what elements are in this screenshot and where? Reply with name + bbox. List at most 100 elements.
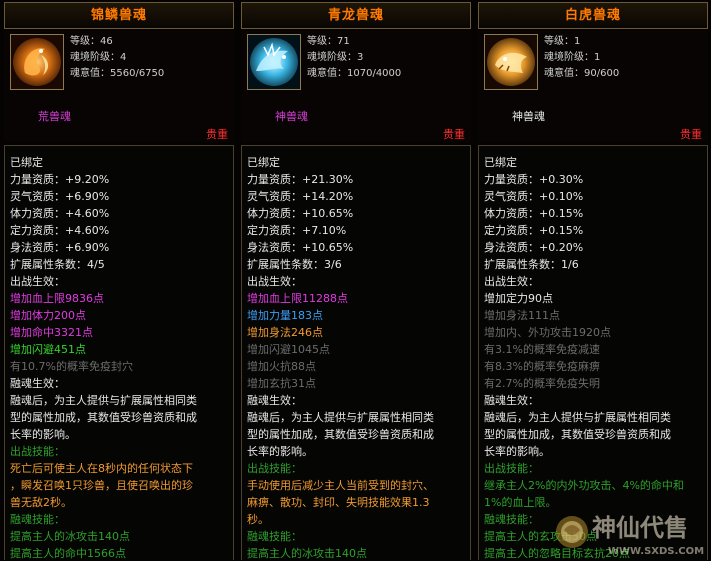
effect-line: 增加身法246点 xyxy=(247,326,323,339)
azure-dragon-soul-icon[interactable] xyxy=(247,34,301,90)
stat-line: 力量资质：+0.30% xyxy=(484,173,584,186)
skill-desc: 麻痹、散功、封印、失明技能效果1.3 xyxy=(247,496,430,509)
fusion-desc: 融魂后，为主人提供与扩展属性相同类 xyxy=(247,411,434,424)
skill-desc: 死亡后可使主人在8秒内的任何状态下 xyxy=(10,462,193,475)
effect-line: 有3.1%的概率免疫减速 xyxy=(484,343,600,356)
fusion-skill-label: 融魂技能： xyxy=(247,530,302,543)
effect-line: 增加定力90点 xyxy=(484,292,553,305)
card-summary: 等级：46 魂境阶级：4 魂意值：5560/6750 荒兽魂 贵重 xyxy=(4,30,234,142)
card-title: 锦鳞兽魂 xyxy=(4,2,234,29)
stat-line: 定力资质：+0.15% xyxy=(484,224,584,237)
stat-line: 体力资质：+4.60% xyxy=(10,207,110,220)
skill-label: 出战技能： xyxy=(10,445,65,458)
ext-count: 扩展属性条数：1/6 xyxy=(484,258,579,271)
effect-line: 有2.7%的概率免疫失明 xyxy=(484,377,600,390)
fusion-skill-line: 提高主人的冰攻击140点 xyxy=(10,530,130,543)
skill-desc: 秒。 xyxy=(247,513,269,526)
skill-desc: 继承主人2%的内外功攻击、4%的命中和 xyxy=(484,479,684,492)
bound-status: 已绑定 xyxy=(484,156,517,169)
skill-desc: 1%的血上限。 xyxy=(484,496,557,509)
fusion-desc: 长率的影响。 xyxy=(247,445,313,458)
effect-line: 增加血上限9836点 xyxy=(10,292,104,305)
effect-line: 增加闪避451点 xyxy=(10,343,86,356)
effect-line: 有8.3%的概率免疫麻痹 xyxy=(484,360,600,373)
golden-fish-soul-icon[interactable] xyxy=(10,34,64,90)
soul-value-text: 魂意值：90/600 xyxy=(544,68,620,79)
soul-kind: 神兽魂 xyxy=(275,110,308,123)
level-text: 等级：46 xyxy=(70,36,113,47)
stat-line: 身法资质：+6.90% xyxy=(10,241,110,254)
stat-line: 灵气资质：+14.20% xyxy=(247,190,354,203)
fusion-desc: 融魂后，为主人提供与扩展属性相同类 xyxy=(10,394,197,407)
tier-text: 魂境阶级：3 xyxy=(307,52,364,63)
fusion-desc: 长率的影响。 xyxy=(484,445,550,458)
stat-line: 身法资质：+10.65% xyxy=(247,241,354,254)
effect-line: 增加血上限11288点 xyxy=(247,292,348,305)
watermark-logo: 神仙代售 WWW.SXDS.COM xyxy=(552,500,708,558)
effect-line: 增加体力200点 xyxy=(10,309,86,322)
fusion-skill-label: 融魂技能： xyxy=(484,513,539,526)
effect-line: 增加闪避1045点 xyxy=(247,343,330,356)
soul-kind: 荒兽魂 xyxy=(38,110,71,123)
soul-card-3: 白虎兽魂 等级：1 魂境阶级：1 魂意值：90/600 神兽魂 贵重 已绑定 力… xyxy=(478,0,708,560)
effect-line: 增加内、外功攻击1920点 xyxy=(484,326,611,339)
fusion-label: 融魂生效： xyxy=(484,394,539,407)
stat-line: 体力资质：+10.65% xyxy=(247,207,354,220)
effect-line: 增加力量183点 xyxy=(247,309,323,322)
fusion-desc: 型的属性加成，其数值受珍兽资质和成 xyxy=(10,411,197,424)
level-text: 等级：1 xyxy=(544,36,581,47)
soul-value-text: 魂意值：1070/4000 xyxy=(307,68,402,79)
card-summary: 等级：1 魂境阶级：1 魂意值：90/600 神兽魂 贵重 xyxy=(478,30,708,142)
skill-label: 出战技能： xyxy=(247,462,302,475)
rarity-badge: 贵重 xyxy=(680,128,702,141)
fusion-skill-line: 提高主人的冰攻击140点 xyxy=(247,547,367,560)
fusion-desc: 型的属性加成，其数值受珍兽资质和成 xyxy=(247,428,434,441)
skill-desc: ，瞬发召唤1只珍兽，且使召唤出的珍 xyxy=(10,479,193,492)
card-details: 已绑定 力量资质：+9.20% 灵气资质：+6.90% 体力资质：+4.60% … xyxy=(4,145,234,560)
battle-effect-label: 出战生效： xyxy=(10,275,65,288)
soul-value-text: 魂意值：5560/6750 xyxy=(70,68,165,79)
stat-line: 定力资质：+4.60% xyxy=(10,224,110,237)
effect-line: 增加火抗88点 xyxy=(247,360,316,373)
fusion-skill-label: 融魂技能： xyxy=(10,513,65,526)
effect-line: 增加玄抗31点 xyxy=(247,377,316,390)
stat-line: 体力资质：+0.15% xyxy=(484,207,584,220)
battle-effect-label: 出战生效： xyxy=(247,275,302,288)
stat-line: 身法资质：+0.20% xyxy=(484,241,584,254)
effect-line: 增加身法111点 xyxy=(484,309,560,322)
bound-status: 已绑定 xyxy=(10,156,43,169)
fusion-label: 融魂生效： xyxy=(10,377,65,390)
ext-count: 扩展属性条数：4/5 xyxy=(10,258,105,271)
skill-desc: 兽无敌2秒。 xyxy=(10,496,72,509)
skill-desc: 手动使用后减少主人当前受到的封穴、 xyxy=(247,479,434,492)
stat-line: 力量资质：+9.20% xyxy=(10,173,110,186)
soul-kind: 神兽魂 xyxy=(512,110,545,123)
effect-line: 增加命中3321点 xyxy=(10,326,93,339)
fusion-desc: 长率的影响。 xyxy=(10,428,76,441)
skill-label: 出战技能： xyxy=(484,462,539,475)
fusion-skill-line: 提高主人的命中1566点 xyxy=(10,547,126,560)
watermark-url: WWW.SXDS.COM xyxy=(608,546,704,557)
effect-line: 有10.7%的概率免疫封穴 xyxy=(10,360,133,373)
card-title: 白虎兽魂 xyxy=(478,2,708,29)
tier-text: 魂境阶级：1 xyxy=(544,52,601,63)
level-text: 等级：71 xyxy=(307,36,350,47)
tier-text: 魂境阶级：4 xyxy=(70,52,127,63)
fusion-desc: 融魂后，为主人提供与扩展属性相同类 xyxy=(484,411,671,424)
rarity-badge: 贵重 xyxy=(206,128,228,141)
watermark-brand: 神仙代售 xyxy=(592,514,688,542)
soul-card-1: 锦鳞兽魂 等级：46 魂境阶级：4 魂意值：5560/6750 荒兽魂 贵重 已… xyxy=(4,0,234,560)
fusion-label: 融魂生效： xyxy=(247,394,302,407)
bound-status: 已绑定 xyxy=(247,156,280,169)
card-details: 已绑定 力量资质：+0.30% 灵气资质：+0.10% 体力资质：+0.15% … xyxy=(478,145,708,560)
stat-line: 灵气资质：+6.90% xyxy=(10,190,110,203)
rarity-badge: 贵重 xyxy=(443,128,465,141)
ext-count: 扩展属性条数：3/6 xyxy=(247,258,342,271)
fusion-desc: 型的属性加成，其数值受珍兽资质和成 xyxy=(484,428,671,441)
stat-line: 力量资质：+21.30% xyxy=(247,173,354,186)
card-title: 青龙兽魂 xyxy=(241,2,471,29)
card-summary: 等级：71 魂境阶级：3 魂意值：1070/4000 神兽魂 贵重 xyxy=(241,30,471,142)
stat-line: 定力资质：+7.10% xyxy=(247,224,347,237)
white-tiger-soul-icon[interactable] xyxy=(484,34,538,90)
stat-line: 灵气资质：+0.10% xyxy=(484,190,584,203)
